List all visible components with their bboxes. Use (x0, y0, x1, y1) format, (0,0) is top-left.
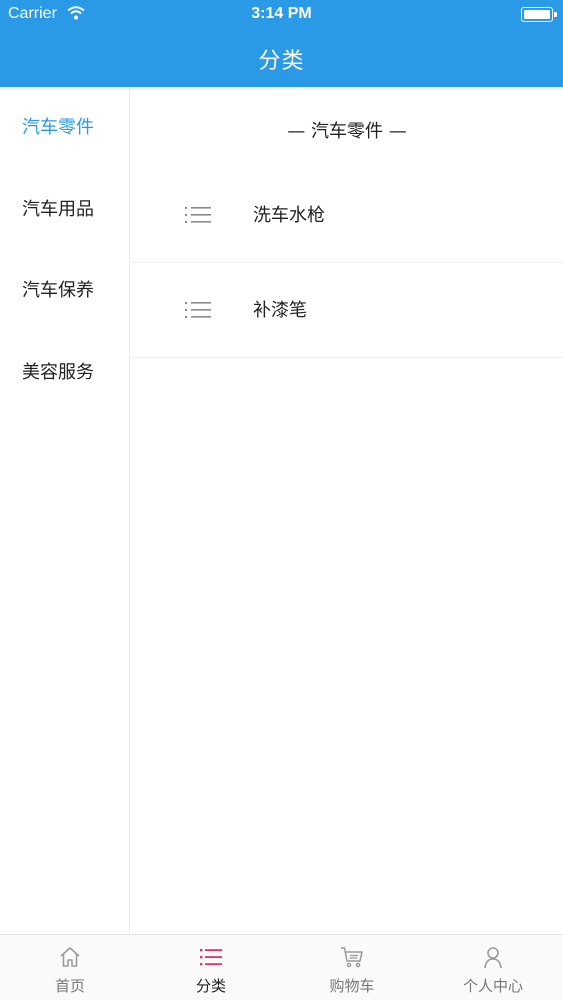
tab-category[interactable]: 分类 (141, 935, 281, 1000)
tab-bar: 首页 分类 购物车 个人中心 (0, 934, 563, 1000)
tab-cart[interactable]: 购物车 (282, 935, 422, 1000)
list-item-label: 补漆笔 (253, 300, 307, 321)
list-icon (185, 302, 211, 318)
section-title: — 汽车零件 — (287, 121, 407, 142)
user-icon (484, 947, 502, 969)
category-content: — 汽车零件 — 洗车水枪 补漆笔 (131, 87, 563, 934)
home-icon (60, 947, 80, 967)
sidebar-item-auto-maintenance[interactable]: 汽车保养 (0, 266, 130, 316)
cart-icon (341, 947, 363, 968)
list-icon (200, 949, 222, 966)
tab-label: 分类 (195, 977, 226, 995)
battery-icon (521, 7, 557, 22)
status-bar: Carrier 3:14 PM (0, 0, 563, 30)
list-item-label: 洗车水枪 (253, 205, 325, 226)
sidebar-item-auto-supplies[interactable]: 汽车用品 (0, 185, 130, 235)
list-item[interactable]: 洗车水枪 (131, 168, 563, 263)
page-title: 分类 (258, 49, 305, 74)
sidebar-item-auto-parts[interactable]: 汽车零件 (0, 103, 130, 153)
list-icon (185, 207, 211, 223)
tab-home[interactable]: 首页 (0, 935, 140, 1000)
list-item[interactable]: 补漆笔 (131, 263, 563, 358)
app-header: Carrier 3:14 PM 分类 (0, 0, 563, 87)
tab-label: 首页 (54, 977, 85, 995)
sidebar-item-beauty-services[interactable]: 美容服务 (0, 348, 130, 398)
status-time: 3:14 PM (251, 5, 312, 22)
tab-label: 个人中心 (462, 977, 523, 995)
tab-profile[interactable]: 个人中心 (423, 935, 563, 1000)
category-sidebar: 汽车零件 汽车用品 汽车保养 美容服务 (0, 87, 130, 934)
tab-label: 购物车 (329, 977, 375, 995)
